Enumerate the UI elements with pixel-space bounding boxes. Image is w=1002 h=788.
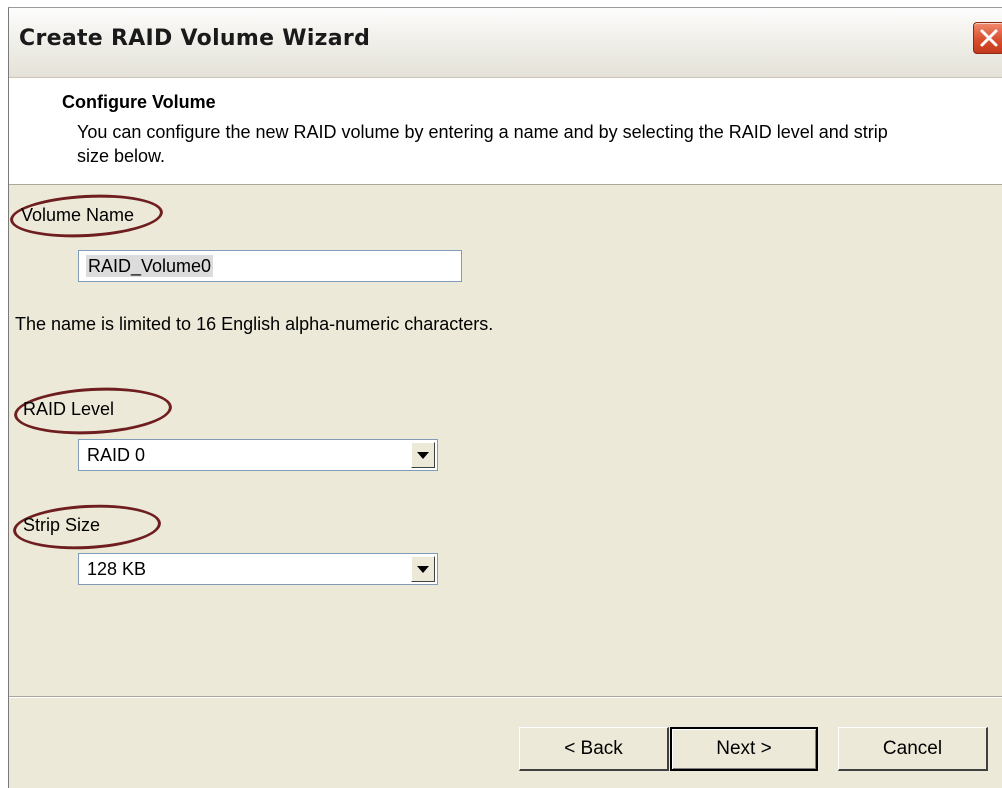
title-bar[interactable]: Create RAID Volume Wizard — [9, 8, 1002, 78]
chevron-down-icon — [417, 566, 429, 573]
window-title: Create RAID Volume Wizard — [19, 26, 371, 51]
close-icon — [980, 29, 998, 47]
close-button[interactable] — [973, 22, 1002, 54]
next-button[interactable]: Next > — [670, 727, 818, 771]
chevron-down-icon — [417, 452, 429, 459]
volume-name-input[interactable]: RAID_Volume0 — [78, 250, 462, 282]
cancel-button[interactable]: Cancel — [838, 727, 988, 771]
name-limit-note: The name is limited to 16 English alpha-… — [15, 314, 494, 334]
volume-name-label: Volume Name — [21, 205, 135, 225]
volume-name-value: RAID_Volume0 — [86, 255, 214, 277]
raid-level-value: RAID 0 — [87, 445, 146, 465]
strip-size-select[interactable]: 128 KB — [78, 553, 438, 585]
page-description: You can configure the new RAID volume by… — [77, 122, 888, 166]
strip-size-value: 128 KB — [87, 559, 147, 579]
strip-size-label: Strip Size — [23, 515, 101, 535]
back-button[interactable]: < Back — [519, 727, 669, 771]
raid-level-dropdown-button[interactable] — [411, 442, 435, 468]
page-title: Configure Volume — [62, 92, 216, 112]
wizard-window: Create RAID Volume Wizard Configure Volu… — [8, 7, 1002, 788]
raid-level-label: RAID Level — [23, 399, 115, 419]
raid-level-select[interactable]: RAID 0 — [78, 439, 438, 471]
strip-size-dropdown-button[interactable] — [411, 556, 435, 582]
footer-divider — [9, 696, 1002, 698]
wizard-header: Configure Volume You can configure the n… — [9, 78, 1002, 185]
